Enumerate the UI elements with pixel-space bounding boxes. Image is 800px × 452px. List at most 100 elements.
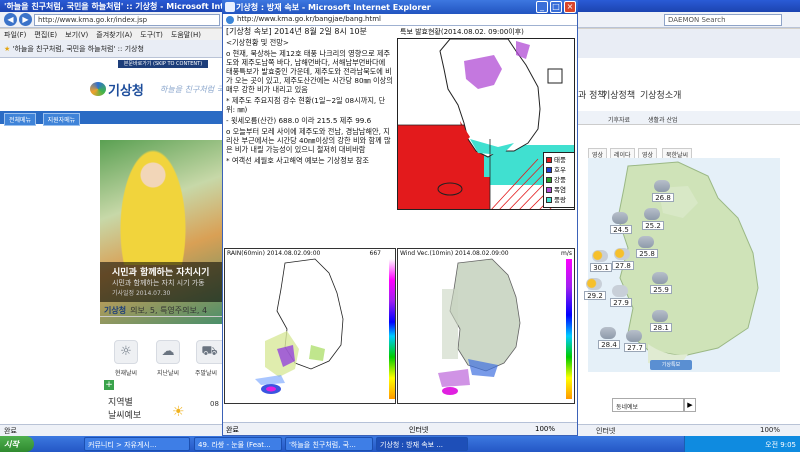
forecast-dropdown[interactable]: 동네예보 [612, 398, 684, 412]
skip-to-content-link[interactable]: 본문바로가기 (SKIP TO CONTENT) [118, 60, 208, 68]
nav-about[interactable]: 기상청소개 [640, 88, 681, 101]
weather-card[interactable]: 24.5 [610, 212, 632, 242]
popup-zoom-level[interactable]: 100% [535, 425, 555, 433]
taskbar-item[interactable]: '하늘을 친구처럼, 국... [285, 437, 373, 451]
close-button[interactable]: × [564, 1, 576, 13]
temperature-value: 25.9 [650, 285, 672, 294]
weather-warning-button[interactable]: 기상특보 [650, 360, 692, 370]
taskbar-item[interactable]: 49. 라쌍 - 눈물 (Feat... [194, 437, 282, 451]
weather-card[interactable]: 25.9 [650, 272, 672, 302]
hero-date: 기사일정 2014.07.30 [112, 290, 171, 297]
weather-card[interactable]: 26.8 [652, 180, 674, 210]
temperature-value: 28.1 [650, 323, 672, 332]
temperature-value: 27.9 [610, 298, 632, 307]
clock[interactable]: 오전 9:05 [765, 441, 796, 449]
cloud-icon [612, 285, 628, 297]
zoom-level[interactable]: 100% [760, 426, 780, 434]
popup-title[interactable]: 기상청 : 방재 속보 - Microsoft Internet Explore… [222, 0, 578, 14]
support-menu-button[interactable]: 지원자메뉴 [42, 113, 81, 126]
maximize-button[interactable]: □ [550, 1, 562, 13]
weather-card[interactable]: 27.8 [612, 248, 634, 278]
tab-kma-home[interactable]: '하늘을 친구처럼, 국민을 하늘처럼' :: 기상청 [13, 45, 144, 53]
back-icon[interactable]: ◀ [4, 13, 17, 26]
map-header: 특보 발효현황(2014.08.02. 09:00이후) [400, 28, 524, 36]
kma-logo-icon[interactable] [90, 82, 106, 96]
weather-card[interactable]: 27.9 [610, 285, 632, 315]
right-nav: 과 정책 기상정책 기상청소개 [578, 82, 800, 102]
temperature-value: 30.1 [590, 263, 612, 272]
temperature-value: 27.8 [612, 261, 634, 270]
weather-card[interactable]: 27.7 [624, 330, 646, 360]
subnav-life-industry[interactable]: 생활과 산업 [648, 115, 678, 124]
wind-radar-image[interactable]: Wind Vec.(10min) 2014.08.02.09:00 m/s [397, 248, 575, 404]
past-weather-icon[interactable]: ☁ [156, 340, 180, 364]
temperature-value: 28.4 [598, 340, 620, 349]
weather-card[interactable]: 25.8 [636, 236, 658, 266]
forward-icon[interactable]: ▶ [19, 13, 32, 26]
bulletin-para: o 현재, 북상하는 제12호 태풍 나크리의 영향으로 제주도와 제주도남쪽 … [226, 49, 393, 94]
legend-typhoon: 태풍 [546, 155, 572, 165]
status-text: 완료 [4, 427, 17, 435]
play-icon[interactable]: ▶ [684, 398, 696, 412]
wind-colorbar [566, 259, 572, 399]
regional-forecast-label[interactable]: 날씨예보 [108, 408, 141, 421]
all-menu-button[interactable]: 전체메뉴 [4, 113, 37, 126]
bulletin-section: <기상현황 및 전망> [226, 38, 289, 47]
bulletin-para: * 여객선 세월호 사고해역 예보는 기상정보 참조 [226, 156, 369, 165]
taskbar-item-active[interactable]: 기상청 : 방재 속보 ... [376, 437, 468, 451]
weather-card[interactable]: 25.2 [642, 208, 664, 238]
map-legend: 태풍 호우 강풍 폭염 풍랑 [543, 152, 575, 208]
weather-card[interactable]: 30.1 [590, 250, 612, 280]
hero-subtitle: 시민과 함께하는 자치 시기 가동 [112, 279, 205, 287]
current-weather-label: 현재날씨 [114, 370, 138, 377]
hero-title: 시민과 함께하는 자치시기 [112, 268, 210, 278]
taskbar-item[interactable]: 커뮤니티 > 자유게시... [84, 437, 190, 451]
sun-cloud-icon [592, 250, 608, 262]
rain-cloud-icon [652, 272, 668, 284]
site-logo[interactable]: 기상청 [108, 80, 144, 99]
rain-radar-image[interactable]: RAIN(60min) 2014.08.02.09:00 667 [224, 248, 396, 404]
news-text: 의보, 5, 특영주의보, 4 [130, 306, 208, 315]
sun-cloud-icon [614, 248, 630, 260]
popup-status-text: 완료 [226, 426, 239, 434]
legend-heavy-rain: 호우 [546, 165, 572, 175]
main-nav-bar: 전체메뉴 지원자메뉴 [0, 111, 222, 126]
system-tray: 오전 9:05 [684, 436, 800, 452]
temperature-value: 25.8 [636, 249, 658, 258]
nav-policy[interactable]: 기상정책 [602, 88, 635, 101]
news-ticker[interactable]: 기상청 의보, 5, 특영주의보, 4 [100, 303, 222, 317]
rain-cloud-icon [652, 310, 668, 322]
subnav-climate-data[interactable]: 기후자료 [608, 115, 630, 124]
temperature-value: 08 [210, 400, 219, 408]
rain-cloud-icon [612, 212, 628, 224]
rain-cloud-icon [638, 236, 654, 248]
background-address-bar[interactable]: http://www.kma.go.kr/index.jsp [34, 14, 220, 26]
globe-icon [226, 16, 234, 24]
bulletin-para: - 윗세오름(산간) 688.0 이라 215.5 제주 99.6 [226, 116, 372, 125]
weather-card[interactable]: 29.2 [584, 278, 606, 308]
rain-cloud-icon [626, 330, 642, 342]
background-search-input[interactable]: DAEMON Search [664, 14, 782, 26]
popup-address-bar[interactable]: http://www.kma.go.kr/bangjae/bang.html [223, 14, 577, 26]
plus-icon[interactable]: + [104, 380, 114, 390]
regional-label[interactable]: 지역별 [108, 395, 133, 408]
weekend-weather-icon[interactable]: ⛟ [196, 340, 222, 364]
rain-cloud-icon [600, 327, 616, 339]
current-weather-icon[interactable]: ☼ [114, 340, 138, 364]
temperature-value: 25.2 [642, 221, 664, 230]
zone-label: 인터넷 [596, 427, 616, 435]
sun-icon: ☀ [172, 404, 185, 420]
background-toolbar-right: 정책 [578, 29, 800, 78]
star-icon[interactable]: ★ [4, 45, 10, 53]
hero-caption[interactable]: 시민과 함께하는 자치시기 시민과 함께하는 자치 시기 가동 기사일정 201… [100, 262, 222, 302]
hero-photo-person [118, 145, 188, 265]
temperature-value: 26.8 [652, 193, 674, 202]
popup-zone-label: 인터넷 [409, 426, 429, 434]
bulletin-para: o 오늘부터 모레 사이에 제주도와 전남, 경남남해안, 지리산 부근에서는 … [226, 127, 391, 154]
start-button[interactable]: 시작 [0, 436, 34, 452]
weather-card[interactable]: 28.1 [650, 310, 672, 340]
weather-card[interactable]: 28.4 [598, 327, 620, 357]
ie-icon [225, 2, 235, 12]
minimize-button[interactable]: _ [536, 1, 548, 13]
right-subnav: 기후자료 생활과 산업 [578, 111, 800, 125]
